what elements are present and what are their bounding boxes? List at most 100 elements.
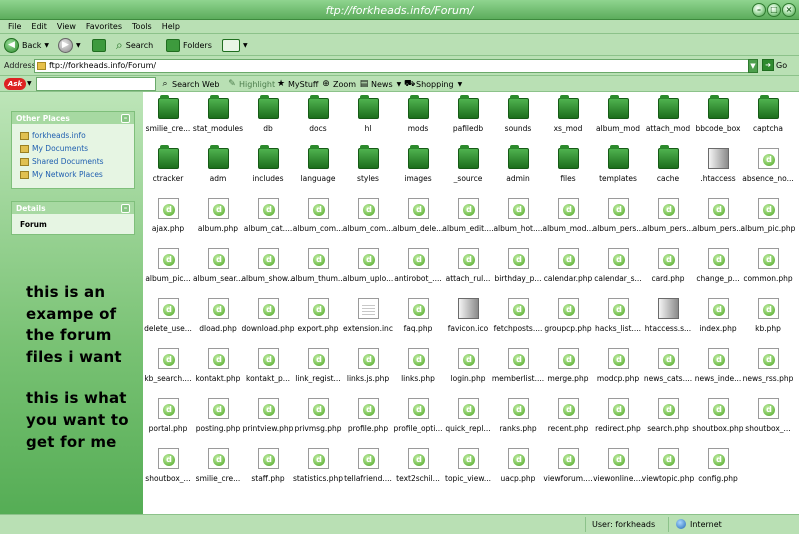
- chevron-down-icon[interactable]: ▼: [397, 81, 402, 88]
- file-item[interactable]: smilie_cre...: [193, 444, 243, 492]
- search-web-button[interactable]: ⌕ Search Web: [160, 78, 219, 90]
- folder-item[interactable]: hl: [343, 94, 393, 142]
- file-item[interactable]: links.js.php: [343, 344, 393, 392]
- chevron-down-icon[interactable]: ▼: [27, 80, 32, 87]
- file-item[interactable]: redirect.php: [593, 394, 643, 442]
- file-item[interactable]: text2schil...: [393, 444, 443, 492]
- folder-item[interactable]: files: [543, 144, 593, 192]
- file-item[interactable]: favicon.ico: [443, 294, 493, 342]
- folder-item[interactable]: db: [243, 94, 293, 142]
- file-item[interactable]: calendar_s...: [593, 244, 643, 292]
- file-item[interactable]: hacks_list....: [593, 294, 643, 342]
- go-button[interactable]: ➜ Go: [762, 59, 787, 71]
- file-item[interactable]: printview.php: [243, 394, 293, 442]
- chevron-down-icon[interactable]: ▼: [76, 42, 81, 49]
- views-button[interactable]: ▼: [222, 37, 248, 53]
- folder-item[interactable]: stat_modules: [193, 94, 243, 142]
- folder-item[interactable]: bbcode_box: [693, 94, 743, 142]
- folder-item[interactable]: docs: [293, 94, 343, 142]
- collapse-icon[interactable]: –: [121, 113, 130, 123]
- minimize-button[interactable]: –: [752, 3, 766, 17]
- file-item[interactable]: album_dele...: [393, 194, 443, 242]
- file-item[interactable]: ranks.php: [493, 394, 543, 442]
- file-item[interactable]: antirobot_....: [393, 244, 443, 292]
- file-item[interactable]: viewonline....: [593, 444, 643, 492]
- file-item[interactable]: dload.php: [193, 294, 243, 342]
- place-forkheads[interactable]: forkheads.info: [12, 129, 134, 142]
- folder-item[interactable]: smilie_cre...: [143, 94, 193, 142]
- file-item[interactable]: topic_view...: [443, 444, 493, 492]
- file-item[interactable]: groupcp.php: [543, 294, 593, 342]
- file-item[interactable]: album.php: [193, 194, 243, 242]
- file-item[interactable]: shoutbox_...: [743, 394, 793, 442]
- address-dropdown-button[interactable]: ▼: [748, 59, 758, 73]
- file-item[interactable]: privmsg.php: [293, 394, 343, 442]
- file-item[interactable]: news_inde...: [693, 344, 743, 392]
- menu-view[interactable]: View: [52, 20, 81, 34]
- menu-help[interactable]: Help: [157, 20, 185, 34]
- file-item[interactable]: album_uplo...: [343, 244, 393, 292]
- file-item[interactable]: fetchposts....: [493, 294, 543, 342]
- file-item[interactable]: album_cat....: [243, 194, 293, 242]
- folder-item[interactable]: images: [393, 144, 443, 192]
- folder-item[interactable]: language: [293, 144, 343, 192]
- back-button[interactable]: ◀ Back ▼: [4, 37, 49, 53]
- folder-item[interactable]: sounds: [493, 94, 543, 142]
- folder-item[interactable]: pafiledb: [443, 94, 493, 142]
- folder-item[interactable]: templates: [593, 144, 643, 192]
- file-item[interactable]: kb.php: [743, 294, 793, 342]
- address-input[interactable]: ftp://forkheads.info/Forum/: [34, 59, 750, 73]
- file-item[interactable]: absence_no...: [742, 144, 794, 192]
- file-item[interactable]: quick_repl...: [443, 394, 493, 442]
- file-item[interactable]: faq.php: [393, 294, 443, 342]
- other-places-header[interactable]: Other Places –: [12, 112, 134, 124]
- file-item[interactable]: staff.php: [243, 444, 293, 492]
- news-button[interactable]: ▤ News ▼: [359, 78, 402, 90]
- forward-button[interactable]: ▶ ▼: [58, 37, 81, 53]
- folder-item[interactable]: mods: [393, 94, 443, 142]
- file-item[interactable]: tellafriend....: [343, 444, 393, 492]
- details-header[interactable]: Details –: [12, 202, 134, 214]
- menu-edit[interactable]: Edit: [26, 20, 52, 34]
- search-button[interactable]: ⌕ Search: [116, 37, 153, 53]
- file-item[interactable]: viewtopic.php: [642, 444, 694, 492]
- folder-item[interactable]: admin: [493, 144, 543, 192]
- file-item[interactable]: index.php: [693, 294, 743, 342]
- file-item[interactable]: album_hot....: [493, 194, 543, 242]
- file-item[interactable]: attach_rul...: [443, 244, 493, 292]
- file-item[interactable]: config.php: [693, 444, 743, 492]
- folder-item[interactable]: ctracker: [143, 144, 193, 192]
- place-my-network-places[interactable]: My Network Places: [12, 168, 134, 181]
- folder-item[interactable]: cache: [643, 144, 693, 192]
- ask-logo[interactable]: Ask: [4, 78, 26, 90]
- file-item[interactable]: htaccess.s...: [643, 294, 693, 342]
- file-item[interactable]: album_pic.php: [741, 194, 795, 242]
- file-item[interactable]: album_pers...: [593, 194, 643, 242]
- file-item[interactable]: album_com...: [293, 194, 343, 242]
- file-item[interactable]: merge.php: [543, 344, 593, 392]
- chevron-down-icon[interactable]: ▼: [458, 81, 463, 88]
- close-button[interactable]: ×: [782, 3, 796, 17]
- file-item[interactable]: search.php: [643, 394, 693, 442]
- file-item[interactable]: calendar.php: [543, 244, 593, 292]
- file-item[interactable]: statistics.php: [293, 444, 343, 492]
- mystuff-button[interactable]: ★ MyStuff: [276, 78, 318, 90]
- shopping-button[interactable]: ⛟ Shopping ▼: [404, 78, 462, 90]
- file-item[interactable]: album_pers...: [643, 194, 693, 242]
- place-shared-documents[interactable]: Shared Documents: [12, 155, 134, 168]
- file-item[interactable]: album_mod...: [542, 194, 594, 242]
- chevron-down-icon[interactable]: ▼: [44, 42, 49, 49]
- file-item[interactable]: viewforum....: [543, 444, 593, 492]
- file-item[interactable]: album_sear...: [193, 244, 243, 292]
- folder-item[interactable]: album_mod: [593, 94, 643, 142]
- place-my-documents[interactable]: My Documents: [12, 142, 134, 155]
- highlight-button[interactable]: ✎ Highlight: [227, 78, 275, 90]
- file-item[interactable]: download.php: [242, 294, 294, 342]
- file-item[interactable]: login.php: [443, 344, 493, 392]
- file-item[interactable]: memberlist....: [492, 344, 544, 392]
- folder-item[interactable]: attach_mod: [643, 94, 693, 142]
- folder-item[interactable]: captcha: [743, 94, 793, 142]
- file-item[interactable]: birthday_p...: [493, 244, 543, 292]
- file-item[interactable]: kontakt_p...: [243, 344, 293, 392]
- folder-item[interactable]: includes: [243, 144, 293, 192]
